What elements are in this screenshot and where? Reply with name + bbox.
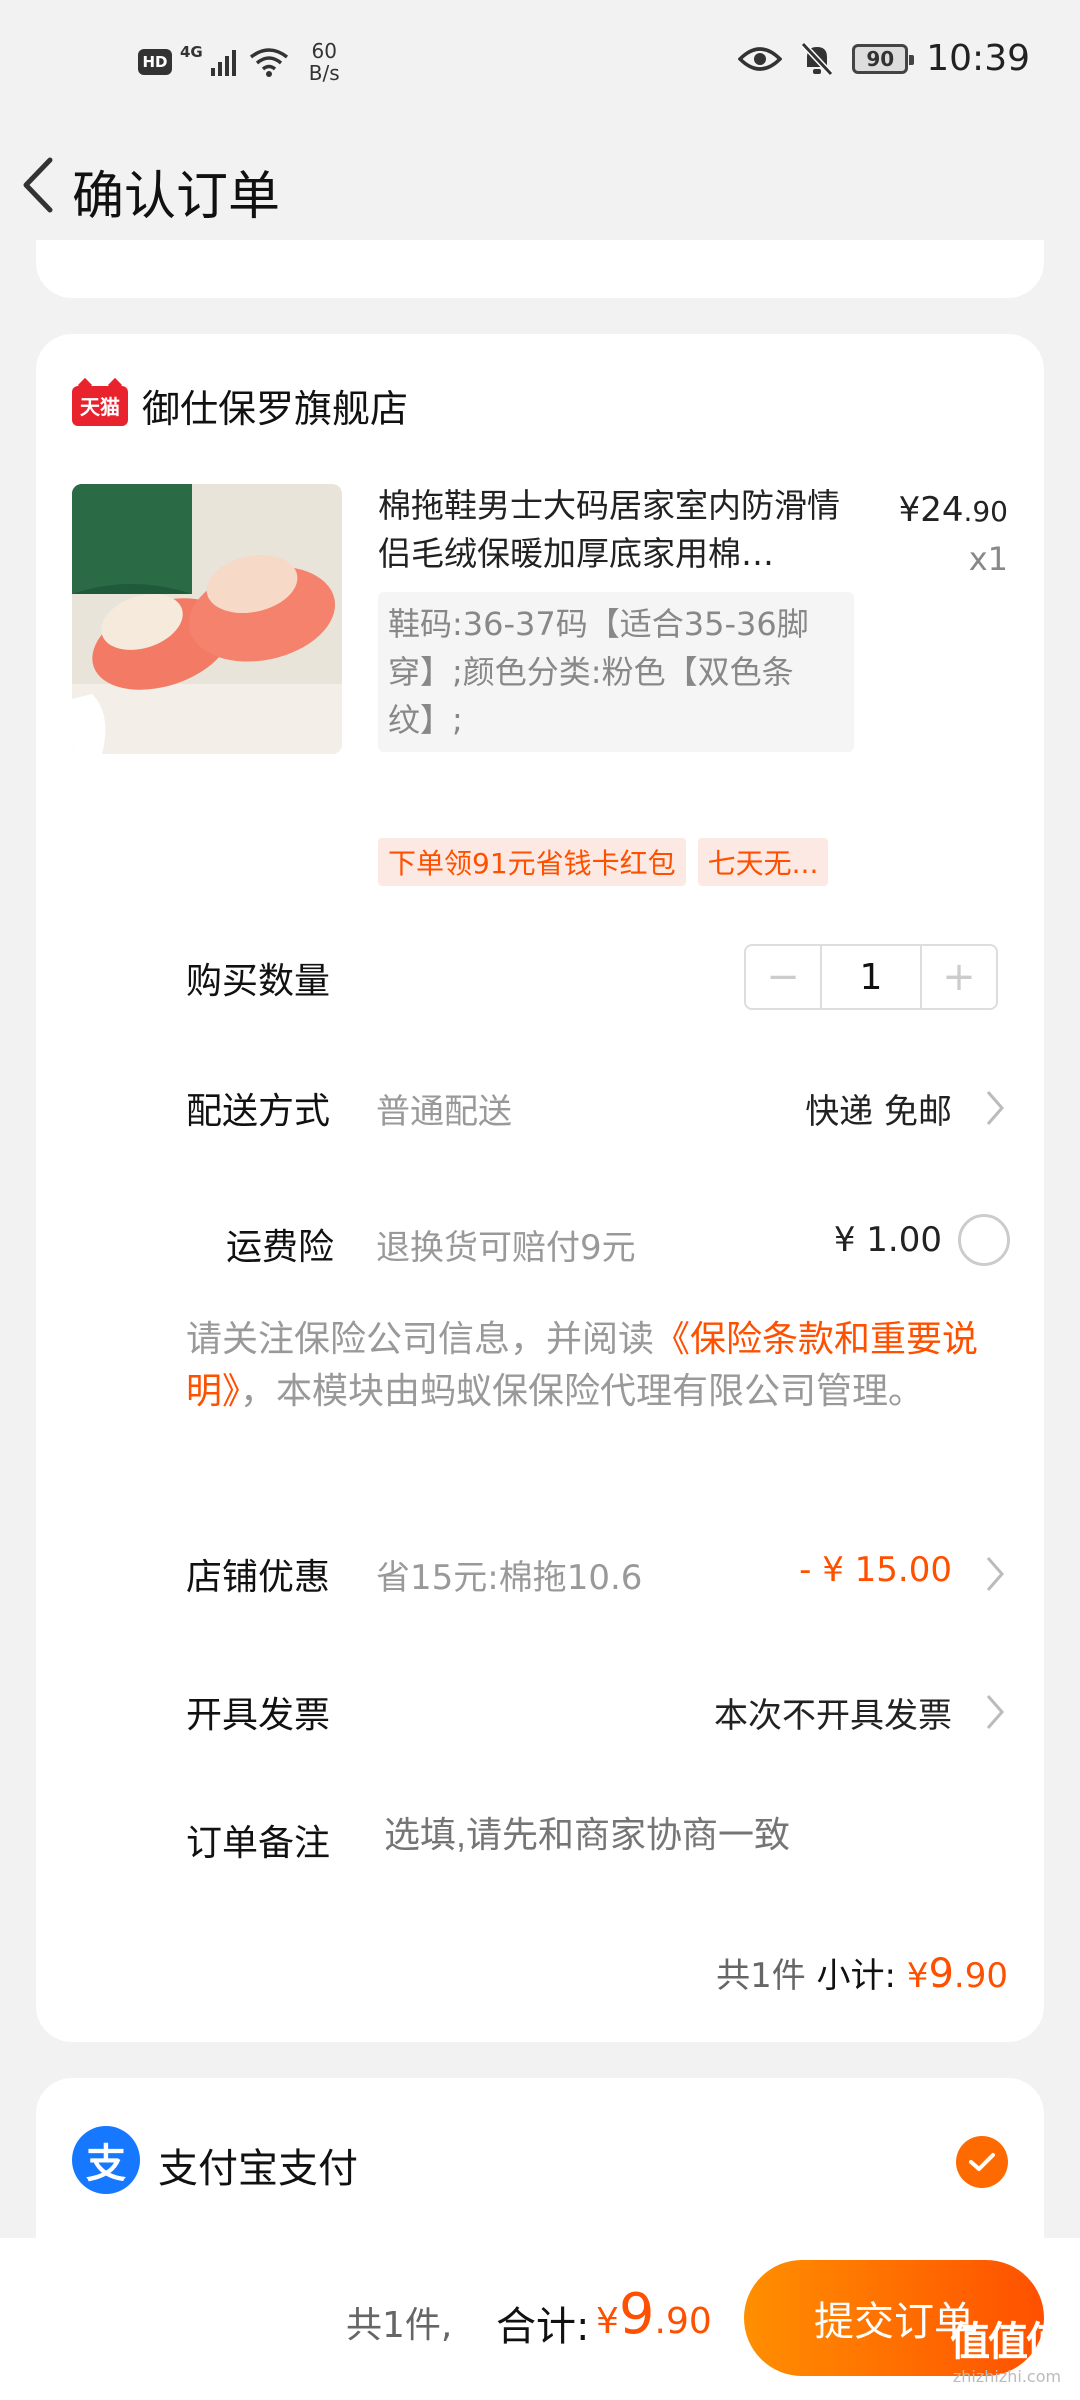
watermark-logo: 值值值 xyxy=(950,2319,1066,2365)
subtotal-count: 共1件 xyxy=(716,1956,806,1996)
quantity-row: 购买数量 − 1 + xyxy=(36,934,1044,1014)
chevron-right-icon xyxy=(986,1695,1004,1729)
remark-label: 订单备注 xyxy=(186,1823,331,1864)
total-amount: ¥9.90 xyxy=(596,2282,712,2347)
product-title[interactable]: 棉拖鞋男士大码居家室内防滑情侣毛绒保暖加厚底家用棉… xyxy=(378,482,858,578)
delivery-value: 快递 免邮 xyxy=(805,1092,952,1132)
subtotal-dec: .90 xyxy=(953,1956,1008,1996)
watermark-text: zhizhizhi.com xyxy=(952,2367,1062,2386)
remark-row: 订单备注 xyxy=(36,1796,1044,1876)
shop-discount-desc: 省15元:棉拖10.6 xyxy=(376,1558,643,1598)
remark-input[interactable] xyxy=(384,1814,984,1856)
subtotal-amount: ¥9.90 xyxy=(906,1951,1008,1997)
signal-icon xyxy=(210,50,236,76)
product-quantity: x1 xyxy=(968,540,1008,578)
net-speed-unit: B/s xyxy=(308,61,340,85)
freight-insurance-label: 运费险 xyxy=(226,1227,335,1268)
delivery-method: 普通配送 xyxy=(376,1092,512,1132)
tmall-logo-icon: 天猫 xyxy=(72,385,128,426)
increase-button[interactable]: + xyxy=(922,946,996,1008)
order-card: 天猫 御仕保罗旗舰店 棉拖鞋男士大码居家室内防滑情侣毛绒保暖加厚底家用棉… ¥2… xyxy=(36,334,1044,2042)
payment-method-label: 支付宝支付 xyxy=(158,2146,358,2192)
chevron-right-icon xyxy=(986,1557,1004,1591)
total-dec: .90 xyxy=(654,2301,712,2342)
delivery-label: 配送方式 xyxy=(186,1091,331,1132)
network-type: 4G xyxy=(180,43,203,61)
freight-insurance-desc: 退换货可赔付9元 xyxy=(376,1228,636,1268)
chevron-right-icon xyxy=(986,1091,1004,1125)
address-card-bottom xyxy=(36,240,1044,298)
insurance-notice: 请关注保险公司信息，并阅读《保险条款和重要说明》，本模块由蚂蚁保保险代理有限公司… xyxy=(186,1314,1016,1418)
price-int: 24 xyxy=(920,490,964,530)
price-dec: .90 xyxy=(963,495,1008,528)
product-price: ¥24.90 xyxy=(899,490,1008,530)
bottom-bar: 共1件, 合计: ¥9.90 提交订单 值值值 zhizhizhi.com xyxy=(0,2238,1080,2400)
price-symbol: ¥ xyxy=(898,490,921,530)
nav-bar: 确认订单 xyxy=(0,130,1080,240)
quantity-label: 购买数量 xyxy=(186,961,331,1002)
quantity-value[interactable]: 1 xyxy=(820,946,922,1008)
watermark: 值值值 zhizhizhi.com xyxy=(950,2309,1066,2386)
wifi-icon xyxy=(249,48,288,77)
back-arrow-icon[interactable] xyxy=(14,152,64,218)
freight-insurance-radio[interactable] xyxy=(958,1214,1010,1266)
shop-header[interactable]: 天猫 御仕保罗旗舰店 xyxy=(72,378,408,433)
subtotal-symbol: ¥ xyxy=(906,1956,929,1996)
eye-icon xyxy=(738,46,783,71)
net-speed-value: 60 xyxy=(311,39,337,63)
clock: 10:39 xyxy=(926,38,1030,79)
invoice-value: 本次不开具发票 xyxy=(714,1696,952,1736)
subtotal: 共1件 小计: ¥9.90 xyxy=(716,1948,1008,1997)
notice-prefix: 请关注保险公司信息，并阅读 xyxy=(186,1319,655,1360)
product-sku: 鞋码:36-37码【适合35-36脚穿】;颜色分类:粉色【双色条纹】; xyxy=(378,592,854,752)
delivery-row[interactable]: 配送方式 普通配送 快递 免邮 xyxy=(36,1064,1044,1144)
alipay-logo-icon: 支 xyxy=(72,2126,140,2194)
battery-icon: 90 xyxy=(852,43,915,74)
shop-discount-row[interactable]: 店铺优惠 省15元:棉拖10.6 - ¥ 15.00 xyxy=(36,1530,1044,1610)
payment-selected-check[interactable] xyxy=(956,2136,1008,2188)
promo-tag[interactable]: 下单领91元省钱卡红包 xyxy=(378,838,686,886)
invoice-label: 开具发票 xyxy=(186,1695,331,1736)
status-left: HD 4G 60 B/s xyxy=(138,40,340,84)
total-int: 9 xyxy=(618,2282,655,2347)
total-count: 共1件, xyxy=(346,2305,453,2346)
promo-tags: 下单领91元省钱卡红包 七天无... xyxy=(378,838,829,886)
subtotal-int: 9 xyxy=(928,1951,954,1997)
checkmark-icon xyxy=(969,2153,995,2171)
decrease-button[interactable]: − xyxy=(746,946,820,1008)
invoice-row[interactable]: 开具发票 本次不开具发票 xyxy=(36,1668,1044,1748)
product-image[interactable] xyxy=(72,484,342,754)
notice-suffix: ，本模块由蚂蚁保保险代理有限公司管理。 xyxy=(240,1371,925,1412)
subtotal-label: 小计: xyxy=(816,1956,897,1996)
mute-bell-icon xyxy=(801,41,834,76)
shop-discount-value: - ¥ 15.00 xyxy=(799,1550,952,1590)
total-symbol: ¥ xyxy=(596,2301,619,2342)
quantity-stepper: − 1 + xyxy=(744,944,998,1010)
freight-insurance-price: ¥ 1.00 xyxy=(833,1220,942,1260)
promo-tag[interactable]: 七天无... xyxy=(697,838,829,886)
net-speed: 60 B/s xyxy=(309,40,340,84)
status-bar: HD 4G 60 B/s 90 10:39 xyxy=(0,0,1080,130)
shop-name: 御仕保罗旗舰店 xyxy=(142,387,409,431)
page-title: 确认订单 xyxy=(72,167,281,227)
hd-icon: HD xyxy=(138,49,172,75)
shop-discount-label: 店铺优惠 xyxy=(186,1557,331,1598)
status-right: 90 10:39 xyxy=(738,38,1030,79)
total-label: 合计: xyxy=(496,2304,590,2350)
freight-insurance-row: 运费险 退换货可赔付9元 ¥ 1.00 xyxy=(36,1200,1044,1280)
